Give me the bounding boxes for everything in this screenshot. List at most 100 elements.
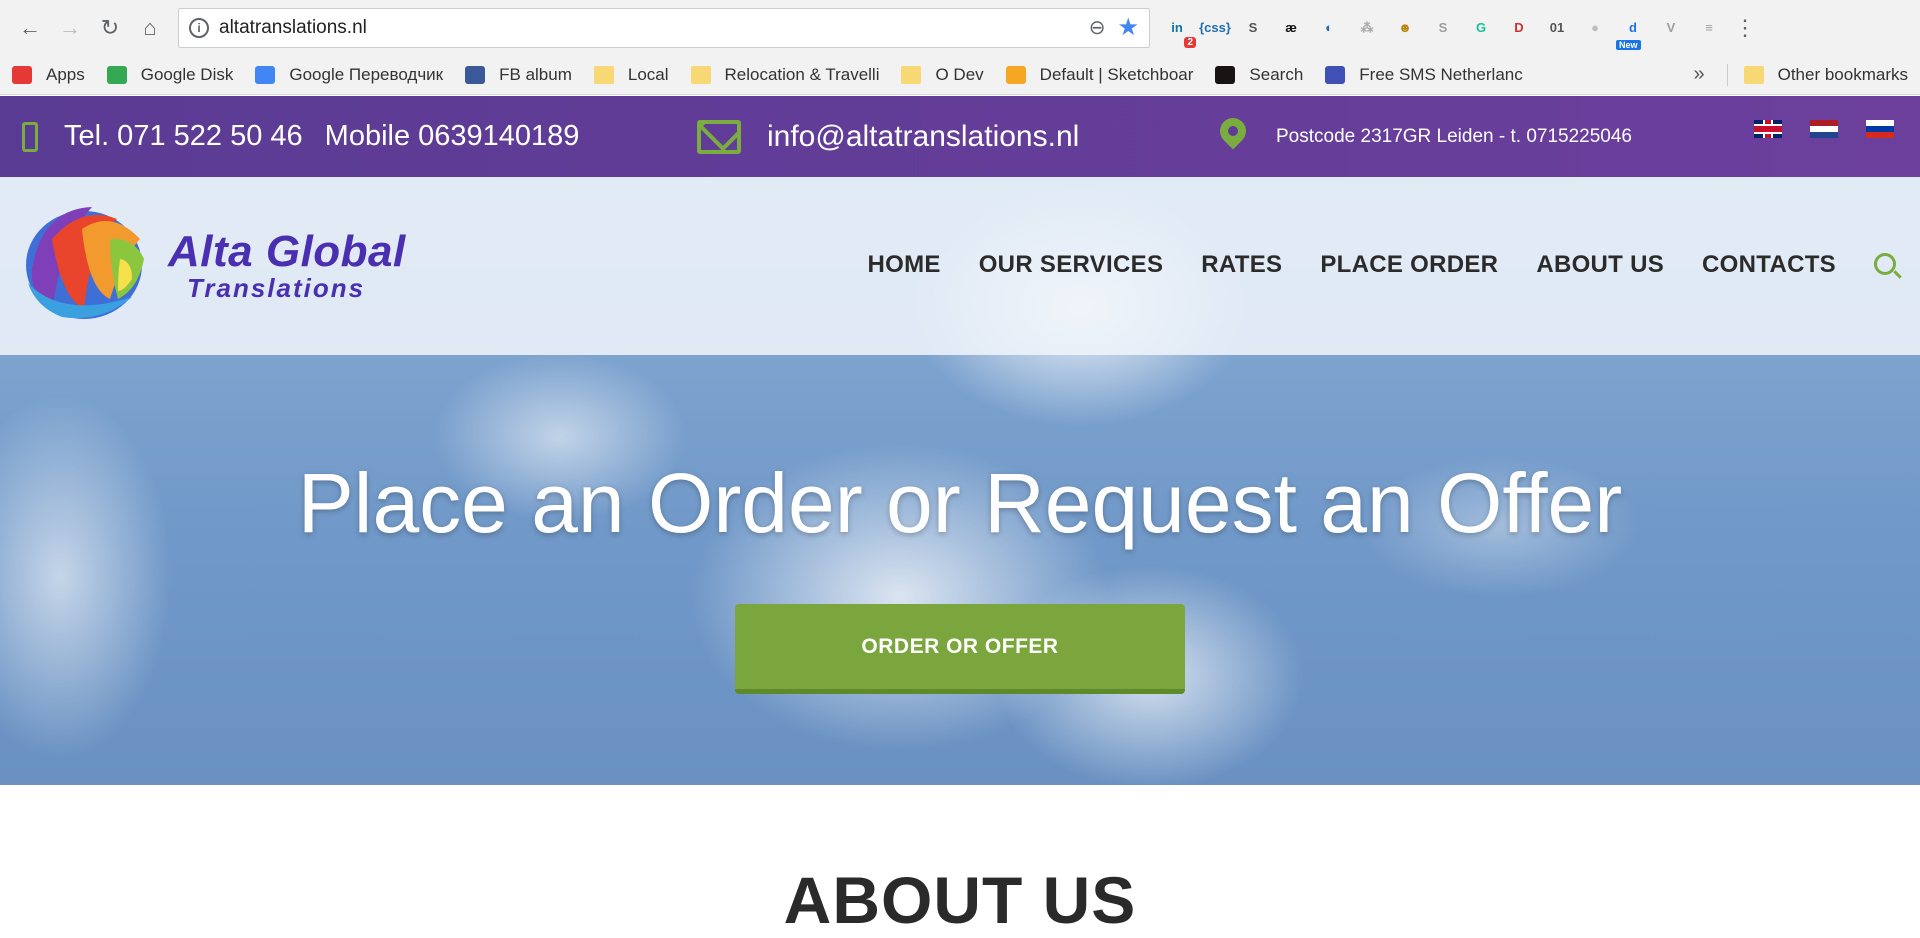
bookmark-label: Google Disk <box>140 64 234 84</box>
bookmark-item[interactable]: Free SMS Netherlanc <box>1325 64 1523 85</box>
linkedin-ext-icon[interactable]: in 2 <box>1162 14 1196 48</box>
bookmark-label: Local <box>627 64 669 84</box>
language-switcher <box>1726 120 1894 138</box>
forward-arrow-icon[interactable]: → <box>50 8 90 48</box>
phone-icon <box>22 121 38 152</box>
site-logo-text[interactable]: Alta Global Translations <box>168 227 406 304</box>
extension-glyph: æ <box>1285 20 1297 35</box>
folder-icon <box>901 65 922 84</box>
folder-icon <box>593 65 614 84</box>
netherlands-flag-icon[interactable] <box>1810 120 1838 138</box>
folder-icon <box>1743 65 1764 84</box>
extension-glyph: ☻ <box>1398 20 1412 35</box>
address-text: Postcode 2317GR Leiden - t. 0715225046 <box>1276 125 1632 147</box>
menu-item-home[interactable]: HOME <box>868 251 941 279</box>
menu-item-our-services[interactable]: OUR SERVICES <box>979 251 1164 279</box>
bookmarks-bar: Apps Google Disk Google Переводчик FB album… <box>0 55 1920 95</box>
bookmark-item[interactable]: FB album <box>465 65 572 85</box>
s-ext-icon[interactable]: S <box>1238 14 1268 42</box>
notification-badge: 2 <box>1184 36 1196 48</box>
grammarly-ext-icon[interactable]: G <box>1466 14 1496 42</box>
phone-icon <box>1325 65 1346 84</box>
bookmark-label: Search <box>1249 64 1304 84</box>
extension-glyph: S <box>1248 20 1258 35</box>
bookmark-item[interactable]: Search <box>1215 65 1303 85</box>
bookmarks-overflow-button[interactable]: » <box>1693 63 1704 86</box>
address-contact: Postcode 2317GR Leiden - t. 0715225046 <box>1214 96 1632 177</box>
bookmark-item[interactable]: O Dev <box>901 64 984 85</box>
bookmark-item[interactable]: Default | Sketchboar <box>1005 64 1194 85</box>
logo-line-2: Translations <box>187 273 366 303</box>
uk-flag-icon[interactable] <box>1754 120 1782 138</box>
menu-item-contacts[interactable]: CONTACTS <box>1702 251 1836 279</box>
db-ext-icon[interactable]: ≡ <box>1694 14 1724 42</box>
facebook-icon <box>465 65 486 84</box>
d-ext-icon[interactable]: D <box>1504 14 1534 42</box>
hero-title: Place an Order or Request an Offer <box>297 456 1623 550</box>
zoom-icon[interactable]: ⊖ <box>1089 15 1106 40</box>
mobile-number[interactable]: Mobile 0639140189 <box>325 120 580 153</box>
bookmark-label: O Dev <box>935 64 984 84</box>
apps-grid-icon <box>12 65 32 84</box>
bookmark-label: Relocation & Travelli <box>724 64 880 84</box>
ae-ext-icon[interactable]: æ <box>1276 14 1306 42</box>
bookmark-item[interactable]: Google Переводчик <box>255 65 443 85</box>
spotify-icon <box>1215 65 1236 84</box>
extension-glyph: V <box>1666 20 1676 35</box>
bookmarks-divider <box>1726 63 1728 86</box>
google-drive-icon <box>106 65 127 84</box>
bookmark-item[interactable]: Local <box>593 64 669 85</box>
menu-item-rates[interactable]: RATES <box>1201 251 1282 279</box>
email-link[interactable]: info@altatranslations.nl <box>767 120 1079 154</box>
back-arrow-icon[interactable]: ← <box>10 8 50 48</box>
russia-flag-icon[interactable] <box>1866 120 1894 138</box>
bookmark-label: Apps <box>46 64 85 84</box>
bookmark-other[interactable]: Other bookmarks <box>1743 65 1908 85</box>
address-bar[interactable]: i altatranslations.nl ⊖ ★ <box>178 7 1150 48</box>
binary-ext-icon[interactable]: 01 <box>1542 14 1572 42</box>
skype-ext-icon[interactable]: S <box>1428 14 1458 42</box>
reload-icon[interactable]: ↻ <box>90 8 130 48</box>
menu-item-about-us[interactable]: ABOUT US <box>1536 251 1664 279</box>
tree-ext-icon[interactable]: ⁂ <box>1352 14 1382 42</box>
site-header: Alta Global Translations HOME OUR SERVICE… <box>0 177 1920 355</box>
extension-glyph: d <box>1629 20 1637 35</box>
bookmark-item[interactable]: Relocation & Travelli <box>690 64 880 85</box>
v-ext-icon[interactable]: V <box>1656 14 1686 42</box>
about-us-heading: ABOUT US <box>783 863 1137 937</box>
main-menu: HOME OUR SERVICES RATES PLACE ORDER ABOUT US… <box>830 251 1836 279</box>
extension-glyph: S <box>1438 20 1448 35</box>
envelope-icon <box>697 119 741 154</box>
face-ext-icon[interactable]: ☻ <box>1390 14 1420 42</box>
d-new-ext-icon[interactable]: d New <box>1616 14 1648 50</box>
alta-globe-logo-icon[interactable] <box>22 199 152 323</box>
site-info-icon[interactable]: i <box>189 17 209 38</box>
css-ext-icon[interactable]: {css} <box>1199 14 1231 42</box>
hero-section: Alta Global Translations HOME OUR SERVICE… <box>0 177 1920 785</box>
extension-glyph: 01 <box>1549 20 1565 35</box>
browser-menu-icon[interactable]: ⋮ <box>1734 15 1756 41</box>
bookmark-item[interactable]: Apps <box>12 65 85 85</box>
new-badge: New <box>1616 39 1641 50</box>
bookmark-label: Free SMS Netherlanc <box>1359 64 1523 84</box>
browser-toolbar: ← → ↻ ⌂ i altatranslations.nl ⊖ ★ in 2 {cs… <box>0 0 1920 55</box>
bookmark-label: Google Переводчик <box>289 64 444 84</box>
order-or-offer-button[interactable]: ORDER OR OFFER <box>735 604 1185 694</box>
extension-glyph: ● <box>1591 20 1599 35</box>
bookmark-star-icon[interactable]: ★ <box>1117 13 1139 42</box>
url-text[interactable]: altatranslations.nl <box>219 17 1089 39</box>
sketchboard-icon <box>1005 65 1026 84</box>
extension-glyph: D <box>1514 20 1524 35</box>
search-icon[interactable] <box>1874 253 1896 275</box>
bookmark-item[interactable]: Google Disk <box>106 64 234 85</box>
blue-ext-icon[interactable]: ◐ <box>1314 14 1344 42</box>
bubble-ext-icon[interactable]: ● <box>1580 14 1610 42</box>
bookmark-label: Default | Sketchboar <box>1039 64 1194 84</box>
logo-line-1: Alta Global <box>168 227 406 276</box>
menu-item-place-order[interactable]: PLACE ORDER <box>1320 251 1498 279</box>
extension-glyph: G <box>1475 20 1487 35</box>
extension-glyph: ◐ <box>1325 20 1333 35</box>
phone-contact: Tel. 071 522 50 46 Mobile 0639140189 <box>22 96 579 177</box>
home-icon[interactable]: ⌂ <box>130 8 170 48</box>
phone-number[interactable]: Tel. 071 522 50 46 <box>64 120 303 153</box>
